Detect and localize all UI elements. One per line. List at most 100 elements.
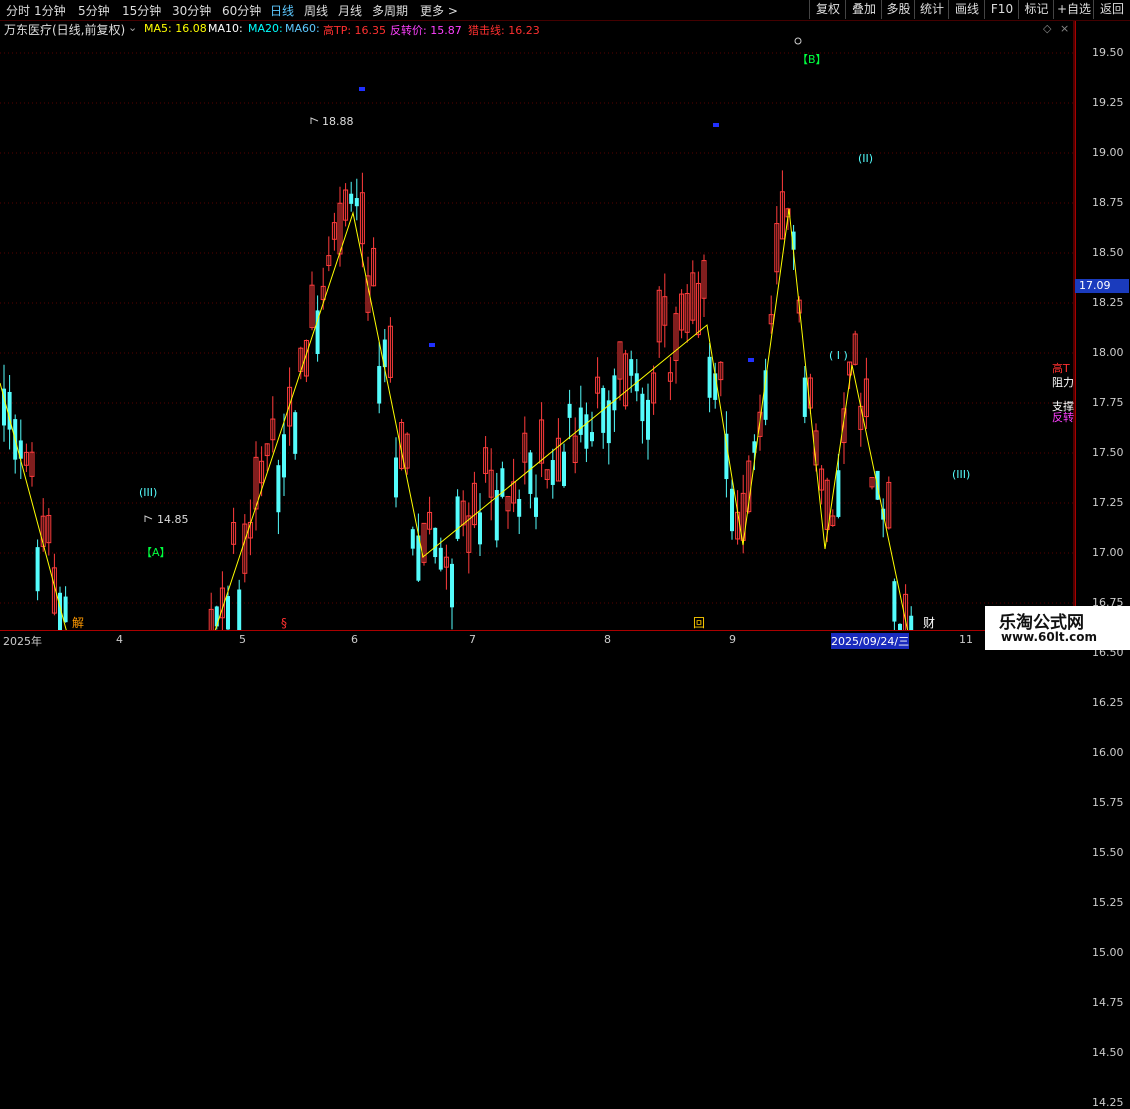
high-price-label: 18.88 [322, 115, 354, 128]
event-marker-icon[interactable]: 解 [72, 616, 84, 630]
toolbar-fuquan-button[interactable]: 复权 [809, 0, 846, 19]
price-axis-label: 15.00 [1092, 946, 1124, 959]
date-label: 2025年 [3, 635, 42, 648]
candle-body [646, 399, 650, 440]
ma10-value: MA10: [208, 22, 243, 35]
date-label: 8 [604, 633, 611, 646]
stock-title[interactable]: 万东医疗(日线,前复权) [4, 21, 125, 38]
period-tab-15min[interactable]: 15分钟 [122, 2, 161, 19]
price-axis-label: 14.75 [1092, 996, 1124, 1009]
pivot-marker [713, 123, 719, 127]
watermark: 乐淘公式网 www.60lt.com [985, 606, 1130, 650]
price-axis-label: 17.25 [1092, 496, 1124, 509]
candle-body [517, 498, 522, 517]
candle-body [276, 465, 281, 513]
candle-body [478, 512, 482, 545]
candle-body [63, 596, 68, 623]
candles [2, 170, 914, 630]
event-marker-icon[interactable]: 财 [923, 616, 935, 630]
high-arrow [310, 117, 319, 124]
price-axis-label: 17.50 [1092, 446, 1124, 459]
wave-label-2: (II) [858, 152, 873, 165]
low-arrow [144, 515, 153, 522]
label-high-t: 高T [1052, 361, 1070, 375]
period-tab-multi[interactable]: 多周期 [372, 2, 408, 19]
event-marker-icon[interactable]: § [281, 616, 287, 630]
candle-body [836, 470, 841, 517]
candle-body [578, 407, 583, 435]
price-axis-label: 18.50 [1092, 246, 1124, 259]
wave-label-a: 【A】 [141, 546, 171, 559]
candle-body [534, 497, 538, 517]
price-axis-label: 16.00 [1092, 746, 1124, 759]
pivot-marker [359, 87, 365, 91]
strike-line-value: 猎击线: 16.23 [468, 24, 540, 37]
period-tab-monthly[interactable]: 月线 [338, 2, 362, 19]
period-tab-1min[interactable]: 1分钟 [34, 2, 66, 19]
candle-body [438, 547, 443, 570]
candle-body [629, 359, 634, 376]
candle-body [394, 457, 398, 498]
candle-body [562, 451, 566, 487]
low-price-label: 14.85 [157, 513, 189, 526]
toolbar-tongji-button[interactable]: 统计 [914, 0, 949, 19]
period-tab-weekly[interactable]: 周线 [304, 2, 328, 19]
candle-body [354, 198, 359, 207]
price-axis-label: 15.75 [1092, 796, 1124, 809]
candle-body [892, 581, 897, 622]
diamond-icon[interactable]: ◇ [1043, 22, 1051, 35]
price-axis-label: 19.50 [1092, 46, 1124, 59]
ma5-value: MA5: 16.08 [144, 22, 207, 35]
high-tp-value: 高TP: 16.35 [323, 24, 387, 37]
date-label: 11 [959, 633, 973, 646]
period-tab-5min[interactable]: 5分钟 [78, 2, 110, 19]
dropdown-icon[interactable]: ⌄ [128, 21, 137, 34]
period-tab-fenshi[interactable]: 分时 [6, 2, 30, 19]
price-axis-label: 17.75 [1092, 396, 1124, 409]
period-tab-more[interactable]: 更多 > [420, 2, 458, 19]
close-icon[interactable]: × [1060, 22, 1069, 35]
date-label: 5 [239, 633, 246, 646]
period-tab-30min[interactable]: 30分钟 [172, 2, 211, 19]
date-label-cursor: 2025/09/24/三 [831, 633, 910, 649]
reversal-price-value: 反转价: 15.87 [390, 24, 462, 37]
candle-body [349, 193, 354, 204]
candlestick-chart[interactable]: 高T阻力支撑反转18.8814.85(III)【A】【B】(II)( I )(I… [0, 21, 1075, 630]
candle-body [584, 414, 589, 449]
price-axis-label: 18.75 [1092, 196, 1124, 209]
toolbar-f10-button[interactable]: F10 [984, 0, 1019, 19]
toolbar-biaoji-button[interactable]: 标记 [1018, 0, 1054, 19]
price-axis-label: 16.25 [1092, 696, 1124, 709]
candle-body [450, 563, 454, 608]
date-label: 7 [469, 633, 476, 646]
toolbar-duogu-button[interactable]: 多股 [881, 0, 915, 19]
candle-body [612, 375, 617, 411]
candle-body [35, 547, 40, 592]
pivot-marker [748, 358, 754, 362]
event-marker-icon[interactable]: 回 [693, 616, 705, 630]
candle-body [802, 377, 807, 417]
toolbar-zixuan-button[interactable]: +自选 [1053, 0, 1094, 19]
candle-body [237, 589, 242, 630]
top-toolbar: 分时 1分钟 5分钟 15分钟 30分钟 60分钟 日线 周线 月线 多周期 更… [0, 0, 1130, 21]
date-label: 9 [729, 633, 736, 646]
price-axis-label: 14.50 [1092, 1046, 1124, 1059]
candle-body [567, 403, 572, 418]
date-axis: 2025年 4 5 6 7 8 9 2025/09/24/三 11 [0, 630, 985, 651]
price-axis-label: 17.00 [1092, 546, 1124, 559]
candle-body [214, 606, 219, 627]
price-axis-label: 19.00 [1092, 146, 1124, 159]
candle-body [528, 452, 533, 494]
candle-body [909, 615, 914, 630]
price-axis-label: 15.50 [1092, 846, 1124, 859]
period-tab-60min[interactable]: 60分钟 [222, 2, 261, 19]
toolbar-fanhui-button[interactable]: 返回 [1093, 0, 1130, 19]
price-axis: 19.50 19.25 19.00 18.75 18.50 18.25 18.00 17.75… [1075, 21, 1130, 1109]
candle-body [590, 432, 594, 442]
price-axis-label: 18.25 [1092, 296, 1124, 309]
label-resistance: 阻力 [1052, 376, 1074, 389]
toolbar-diejia-button[interactable]: 叠加 [845, 0, 882, 19]
price-axis-label: 19.25 [1092, 96, 1124, 109]
toolbar-huaxian-button[interactable]: 画线 [948, 0, 985, 19]
period-tab-daily[interactable]: 日线 [270, 2, 294, 19]
